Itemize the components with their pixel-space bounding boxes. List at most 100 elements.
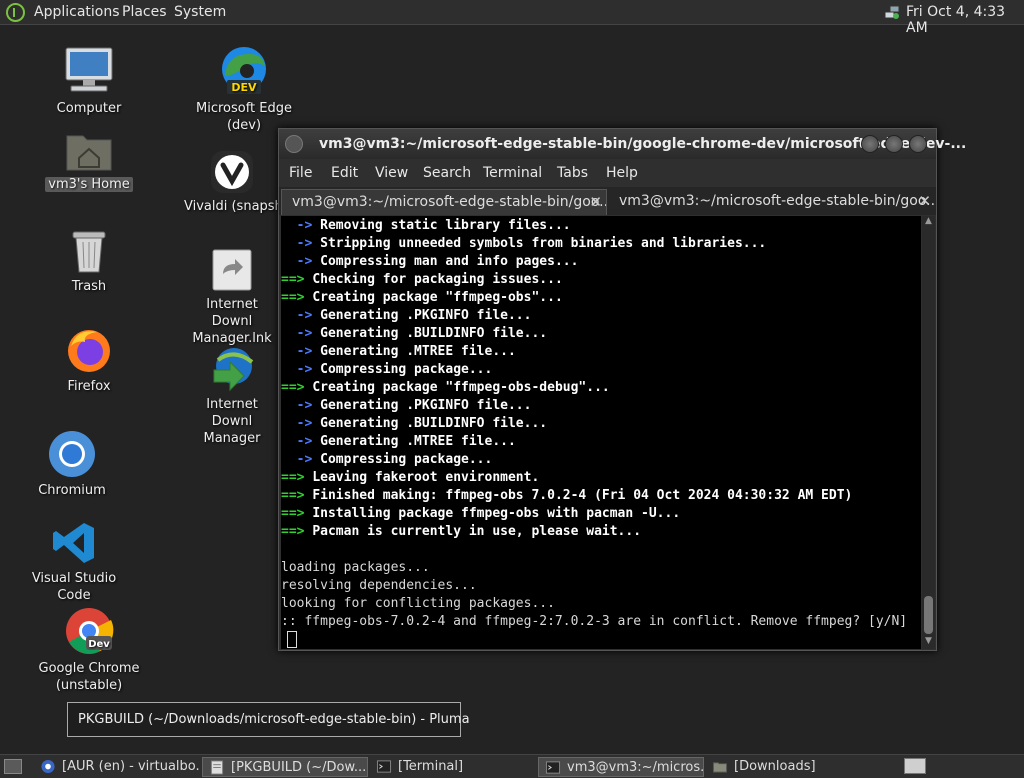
- clock[interactable]: Fri Oct 4, 4:33 AM: [906, 4, 1024, 36]
- desktop-icon-label: vm3's Home: [45, 177, 133, 192]
- line-text: Creating package "ffmpeg-obs"...: [312, 290, 563, 305]
- terminal-line: looking for conflicting packages...: [281, 595, 555, 613]
- line-prefix: ->: [281, 236, 321, 251]
- minimize-button[interactable]: [861, 135, 879, 153]
- menu-terminal[interactable]: Terminal: [483, 165, 542, 181]
- terminal-scrollbar[interactable]: ▲ ▼: [922, 216, 935, 649]
- line-prefix: ==>: [281, 506, 313, 521]
- terminal-titlebar[interactable]: vm3@vm3:~/microsoft-edge-stable-bin/goog…: [279, 129, 966, 159]
- applications-menu[interactable]: Applications: [34, 4, 120, 20]
- line-prefix: ->: [281, 326, 321, 341]
- desktop-icon-label: Computer: [56, 101, 122, 116]
- show-desktop-button[interactable]: [4, 759, 22, 774]
- system-menu[interactable]: System: [174, 4, 226, 20]
- desktop-icon-label: Visual Studio Code: [31, 571, 117, 603]
- terminal-line: ==> Checking for packaging issues...: [281, 271, 563, 289]
- desktop-icon-vivaldi[interactable]: Vivaldi (snapsh: [184, 150, 280, 215]
- desktop-icon-chromium[interactable]: Chromium: [12, 430, 132, 499]
- desktop-icon-label: Internet Downl Manager: [203, 397, 261, 446]
- terminal-line: -> Generating .MTREE file...: [281, 433, 516, 451]
- text-editor-icon: [210, 760, 224, 775]
- scroll-up-arrow-icon[interactable]: ▲: [922, 216, 935, 229]
- terminal-line: ==> Leaving fakeroot environment.: [281, 469, 539, 487]
- folder-icon: [712, 762, 728, 773]
- menu-file[interactable]: File: [289, 165, 312, 181]
- line-text: Generating .MTREE file...: [320, 344, 516, 359]
- scrollbar-thumb[interactable]: [924, 596, 933, 634]
- terminal-menubar: File Edit View Search Terminal Tabs Help: [279, 159, 936, 187]
- menu-help[interactable]: Help: [606, 165, 638, 181]
- line-prefix: ->: [281, 398, 321, 413]
- menu-edit[interactable]: Edit: [331, 165, 358, 181]
- desktop-icon-trash[interactable]: Trash: [29, 228, 149, 295]
- desktop-icon-idm[interactable]: Internet Downl Manager: [184, 346, 280, 447]
- terminal-cursor: [287, 631, 297, 648]
- places-menu[interactable]: Places: [122, 4, 167, 20]
- taskbar-item-terminal[interactable]: [Terminal]: [370, 757, 536, 777]
- terminal-line: -> Generating .PKGINFO file...: [281, 307, 532, 325]
- line-prefix: ->: [281, 308, 321, 323]
- taskbar-item-label: vm3@vm3:~/micros...: [567, 760, 704, 775]
- browser-icon: [41, 759, 55, 774]
- terminal-line: resolving dependencies...: [281, 577, 477, 595]
- line-text: Installing package ffmpeg-obs with pacma…: [312, 506, 681, 521]
- firefox-icon: [68, 330, 110, 372]
- tab-terminal-1[interactable]: vm3@vm3:~/microsoft-edge-stable-bin/goo.…: [281, 189, 607, 215]
- tab-terminal-2[interactable]: vm3@vm3:~/microsoft-edge-stable-bin/goo.…: [609, 189, 935, 215]
- close-tab-icon[interactable]: ✕: [918, 192, 931, 210]
- desktop-icon-firefox[interactable]: Firefox: [29, 326, 149, 395]
- desktop-icon-idm-link[interactable]: Internet Downl Manager.lnk: [184, 248, 280, 347]
- desktop-icon-home[interactable]: vm3's Home: [29, 128, 149, 193]
- taskbar-item-pkgbuild[interactable]: [PKGBUILD (~/Dow...: [202, 757, 368, 777]
- line-prefix: ->: [281, 416, 321, 431]
- terminal-tabbar: vm3@vm3:~/microsoft-edge-stable-bin/goo.…: [279, 187, 936, 215]
- close-tab-icon[interactable]: ✕: [589, 193, 602, 211]
- menu-search[interactable]: Search: [423, 165, 471, 181]
- tab-label: vm3@vm3:~/microsoft-edge-stable-bin/goo.…: [292, 194, 607, 210]
- line-text: Generating .PKGINFO file...: [320, 308, 532, 323]
- menu-tabs[interactable]: Tabs: [557, 165, 588, 181]
- window-menu-icon[interactable]: [285, 135, 303, 153]
- workspace-switcher[interactable]: [904, 758, 926, 774]
- line-text: Generating .BUILDINFO file...: [320, 326, 548, 341]
- terminal-window[interactable]: vm3@vm3:~/microsoft-edge-stable-bin/goog…: [278, 128, 966, 651]
- line-text: Removing static library files...: [320, 218, 571, 233]
- desktop-icon-edge-dev[interactable]: DEV Microsoft Edge (dev): [184, 46, 304, 134]
- taskbar-item-label: [Downloads]: [734, 759, 816, 774]
- terminal-line: -> Generating .BUILDINFO file...: [281, 325, 547, 343]
- taskbar-item-downloads[interactable]: [Downloads]: [706, 757, 872, 777]
- link-file-icon: [212, 249, 252, 291]
- taskbar-item-vm3-terminal[interactable]: vm3@vm3:~/micros...: [538, 757, 704, 777]
- desktop-icon-computer[interactable]: Computer: [29, 46, 149, 117]
- terminal-line: ==> Creating package "ffmpeg-obs-debug".…: [281, 379, 610, 397]
- desktop-screen: Applications Places System Fri Oct 4, 4:…: [0, 0, 1024, 778]
- line-text: Generating .BUILDINFO file...: [320, 416, 548, 431]
- desktop-icon-label: Firefox: [67, 379, 111, 394]
- line-text: Pacman is currently in use, please wait.…: [312, 524, 642, 539]
- chromium-icon: [49, 431, 95, 477]
- network-icon[interactable]: [884, 5, 900, 19]
- idm-icon: [213, 348, 254, 392]
- menu-view[interactable]: View: [375, 165, 408, 181]
- maximize-button[interactable]: [885, 135, 903, 153]
- terminal-line: -> Stripping unneeded symbols from binar…: [281, 235, 767, 253]
- trash-icon: [72, 231, 106, 273]
- desktop-icon-vscode[interactable]: Visual Studio Code: [14, 520, 134, 604]
- line-prefix: ->: [281, 218, 321, 233]
- edge-dev-icon: DEV: [222, 47, 266, 94]
- terminal-line: -> Generating .PKGINFO file...: [281, 397, 532, 415]
- desktop-icon-chrome-dev[interactable]: Dev Google Chrome (unstable): [29, 606, 149, 694]
- home-folder-icon: [66, 135, 112, 171]
- mate-logo-icon[interactable]: [6, 3, 25, 22]
- line-prefix: ==>: [281, 380, 313, 395]
- line-prefix: ==>: [281, 488, 313, 503]
- vscode-icon: [53, 523, 94, 563]
- line-text: Leaving fakeroot environment.: [312, 470, 540, 485]
- vivaldi-icon: [211, 151, 253, 193]
- close-button[interactable]: [909, 135, 927, 153]
- scroll-down-arrow-icon[interactable]: ▼: [922, 636, 935, 649]
- taskbar-item-label: [Terminal]: [398, 759, 464, 774]
- taskbar-item-aur[interactable]: [AUR (en) - virtualbo...: [34, 757, 200, 777]
- terminal-output[interactable]: -> Removing static library files... -> S…: [281, 216, 921, 649]
- desktop-icon-label: Google Chrome (unstable): [38, 661, 140, 693]
